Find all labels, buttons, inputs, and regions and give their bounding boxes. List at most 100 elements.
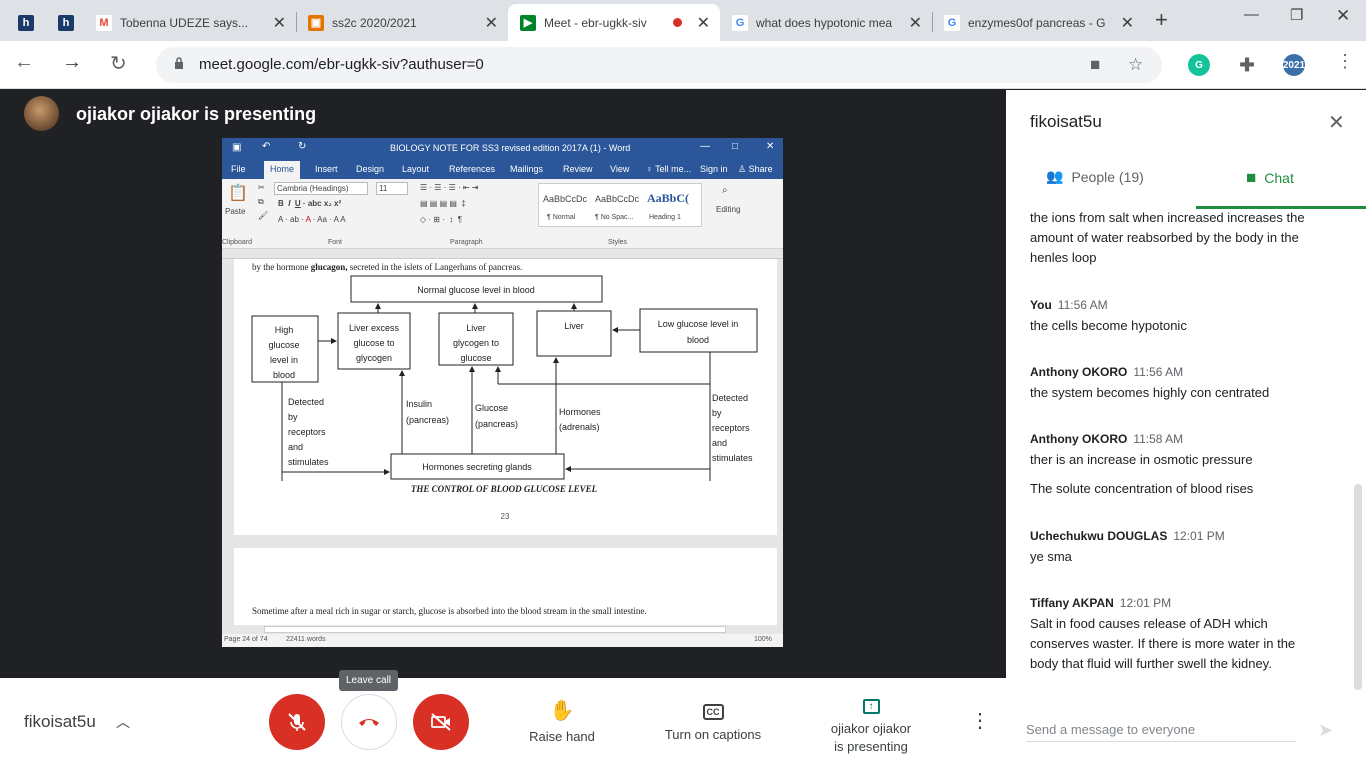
url-text: meet.google.com/ebr-ugkk-siv?authuser=0 bbox=[199, 56, 484, 73]
microphone-toggle-button[interactable] bbox=[269, 694, 325, 750]
leave-call-button[interactable] bbox=[341, 694, 397, 750]
tab-h-1[interactable]: h bbox=[6, 4, 46, 41]
editing-label: Editing bbox=[716, 205, 741, 214]
label-insulin-1: Insulin bbox=[406, 399, 432, 409]
close-icon: ✕ bbox=[766, 141, 775, 152]
profile-avatar[interactable]: 2021 bbox=[1283, 54, 1305, 76]
reload-icon[interactable]: ↻ bbox=[110, 51, 127, 76]
forward-arrow-icon[interactable]: → bbox=[62, 51, 82, 74]
address-bar[interactable]: meet.google.com/ebr-ugkk-siv?authuser=0 … bbox=[156, 47, 1162, 83]
chat-bubble-icon: ■ bbox=[1246, 168, 1257, 187]
chat-message-input[interactable]: Send a message to everyone bbox=[1026, 718, 1296, 742]
message-time: 12:01 PM bbox=[1173, 529, 1225, 543]
minimize-icon[interactable]: — bbox=[1244, 6, 1259, 23]
diagram-caption: THE CONTROL OF BLOOD GLUCOSE LEVEL bbox=[411, 484, 598, 494]
camera-toggle-button[interactable] bbox=[413, 694, 469, 750]
paste-clipboard-icon: 📋 bbox=[228, 185, 248, 202]
group-styles: Styles bbox=[608, 239, 628, 246]
browser-menu-icon[interactable]: ⋮ bbox=[1336, 51, 1354, 72]
bookmark-star-icon[interactable]: ☆ bbox=[1128, 55, 1143, 75]
copy-icon: ⧉ bbox=[258, 197, 264, 206]
label-glucose-1: Glucose bbox=[475, 403, 508, 413]
label-liver-glycogen-3: glucose bbox=[460, 353, 491, 363]
chat-tab-indicator bbox=[1196, 206, 1366, 209]
label-liver-glycogen-2: glycogen to bbox=[453, 338, 499, 348]
group-font: Font bbox=[328, 239, 343, 246]
group-paragraph: Paragraph bbox=[450, 239, 483, 246]
hang-up-phone-icon bbox=[359, 719, 379, 726]
message-text: the ions from salt when increased increa… bbox=[1030, 210, 1305, 265]
label-liver-excess-1: Liver excess bbox=[349, 323, 400, 333]
label-detected-left-1: Detected bbox=[288, 397, 324, 407]
back-arrow-icon[interactable]: ← bbox=[14, 51, 34, 74]
browser-toolbar: ← → ↻ meet.google.com/ebr-ugkk-siv?authu… bbox=[0, 41, 1366, 89]
presenting-button[interactable]: ↑ ojiakor ojiakor is presenting bbox=[820, 692, 922, 754]
chat-scrollbar[interactable] bbox=[1354, 484, 1362, 690]
sidebar-title: fikoisat5u bbox=[1030, 112, 1102, 131]
tab-chat[interactable]: ■ Chat bbox=[1246, 168, 1294, 188]
people-tab-label: People (19) bbox=[1071, 168, 1144, 185]
tab-meet[interactable]: ▶ Meet - ebr-ugkk-siv ✕ bbox=[508, 4, 720, 41]
style-nospacing-label: ¶ No Spac... bbox=[595, 214, 634, 221]
tell-me-search: ♀ Tell me... bbox=[646, 164, 691, 174]
extensions-puzzle-icon[interactable]: ✚ bbox=[1236, 54, 1258, 76]
site-h-icon: h bbox=[18, 14, 34, 31]
label-hormones-2: (adrenals) bbox=[559, 422, 600, 432]
raise-hand-button[interactable]: ✋ Raise hand bbox=[520, 698, 604, 744]
close-icon[interactable]: ✕ bbox=[697, 13, 710, 33]
style-nospacing-preview: AaBbCcDc bbox=[595, 194, 640, 204]
captions-cc-icon: CC bbox=[656, 698, 770, 721]
chat-message: Anthony OKORO 11:56 AM the system becomes… bbox=[1030, 363, 1320, 403]
send-icon[interactable]: ➤ bbox=[1318, 720, 1333, 741]
shading-icon: ◇ · ⊞ · ↕ ¶ bbox=[420, 215, 463, 224]
align-icon: ▤ ▤ ▤ ▤ ‡ bbox=[420, 199, 466, 208]
tab-classroom[interactable]: ▣ ss2c 2020/2021 ✕ bbox=[296, 4, 508, 41]
style-normal-label: ¶ Normal bbox=[547, 214, 576, 221]
tab-h-2[interactable]: h bbox=[46, 4, 86, 41]
close-icon[interactable]: ✕ bbox=[909, 13, 922, 33]
styles-gallery: AaBbCcDc ¶ Normal AaBbCcDc ¶ No Spac... … bbox=[538, 183, 702, 227]
page-number: 23 bbox=[501, 512, 510, 521]
label-liver-excess-2: glucose to bbox=[353, 338, 394, 348]
document-page-next: Sometime after a meal rich in sugar or s… bbox=[234, 548, 777, 630]
label-detected-right-4: and bbox=[712, 438, 727, 448]
message-sender: Anthony OKORO bbox=[1030, 432, 1128, 446]
more-options-icon[interactable]: ⋮ bbox=[970, 708, 990, 733]
tab-gmail[interactable]: M Tobenna UDEZE says... ✕ bbox=[84, 4, 296, 41]
people-icon: 👥 bbox=[1046, 168, 1064, 184]
close-icon[interactable]: ✕ bbox=[273, 13, 286, 33]
camera-icon[interactable]: ■ bbox=[1090, 55, 1100, 75]
new-tab-icon[interactable]: + bbox=[1155, 7, 1168, 33]
chevron-up-icon[interactable]: ︿ bbox=[116, 712, 130, 732]
message-sender: Tiffany AKPAN bbox=[1030, 596, 1114, 610]
tab-google-search-2[interactable]: G enzymes0of pancreas - G ✕ bbox=[932, 4, 1144, 41]
close-icon[interactable]: ✕ bbox=[1328, 110, 1345, 135]
label-glucose-2: (pancreas) bbox=[475, 419, 518, 429]
tab-layout: Layout bbox=[402, 164, 430, 174]
tab-google-search-1[interactable]: G what does hypotonic mea ✕ bbox=[720, 4, 932, 41]
presentation-area: ojiakor ojiakor is presenting ▣ ↶ ↻ BIOL… bbox=[0, 90, 1006, 678]
tab-view: View bbox=[610, 164, 630, 174]
status-words: 22411 words bbox=[286, 636, 326, 643]
grammarly-icon[interactable]: G bbox=[1188, 54, 1210, 76]
chat-sidebar: fikoisat5u ✕ 👥 People (19) ■ Chat the io… bbox=[1006, 90, 1366, 768]
tell-me-label: Tell me... bbox=[655, 164, 692, 174]
tab-file: File bbox=[231, 164, 246, 174]
share-button: ♙ Share bbox=[738, 164, 773, 175]
close-icon[interactable]: ✕ bbox=[485, 13, 498, 33]
label-detected-left-3: receptors bbox=[288, 427, 326, 437]
camera-off-icon bbox=[431, 713, 451, 731]
captions-label: Turn on captions bbox=[664, 727, 762, 742]
recording-dot-icon bbox=[673, 18, 682, 27]
meeting-self-name: fikoisat5u bbox=[24, 712, 96, 731]
restore-icon[interactable]: ❐ bbox=[1290, 6, 1303, 24]
horizontal-ruler bbox=[222, 249, 783, 259]
window-close-icon[interactable]: ✕ bbox=[1336, 6, 1350, 26]
label-detected-right-3: receptors bbox=[712, 423, 750, 433]
tab-people[interactable]: 👥 People (19) bbox=[1046, 168, 1144, 185]
presenter-avatar bbox=[24, 96, 59, 131]
word-status-bar: Page 24 of 74 22411 words 100% bbox=[222, 634, 783, 647]
close-icon[interactable]: ✕ bbox=[1121, 13, 1134, 33]
hand-icon: ✋ bbox=[549, 700, 575, 722]
captions-button[interactable]: CC Turn on captions bbox=[656, 698, 770, 742]
